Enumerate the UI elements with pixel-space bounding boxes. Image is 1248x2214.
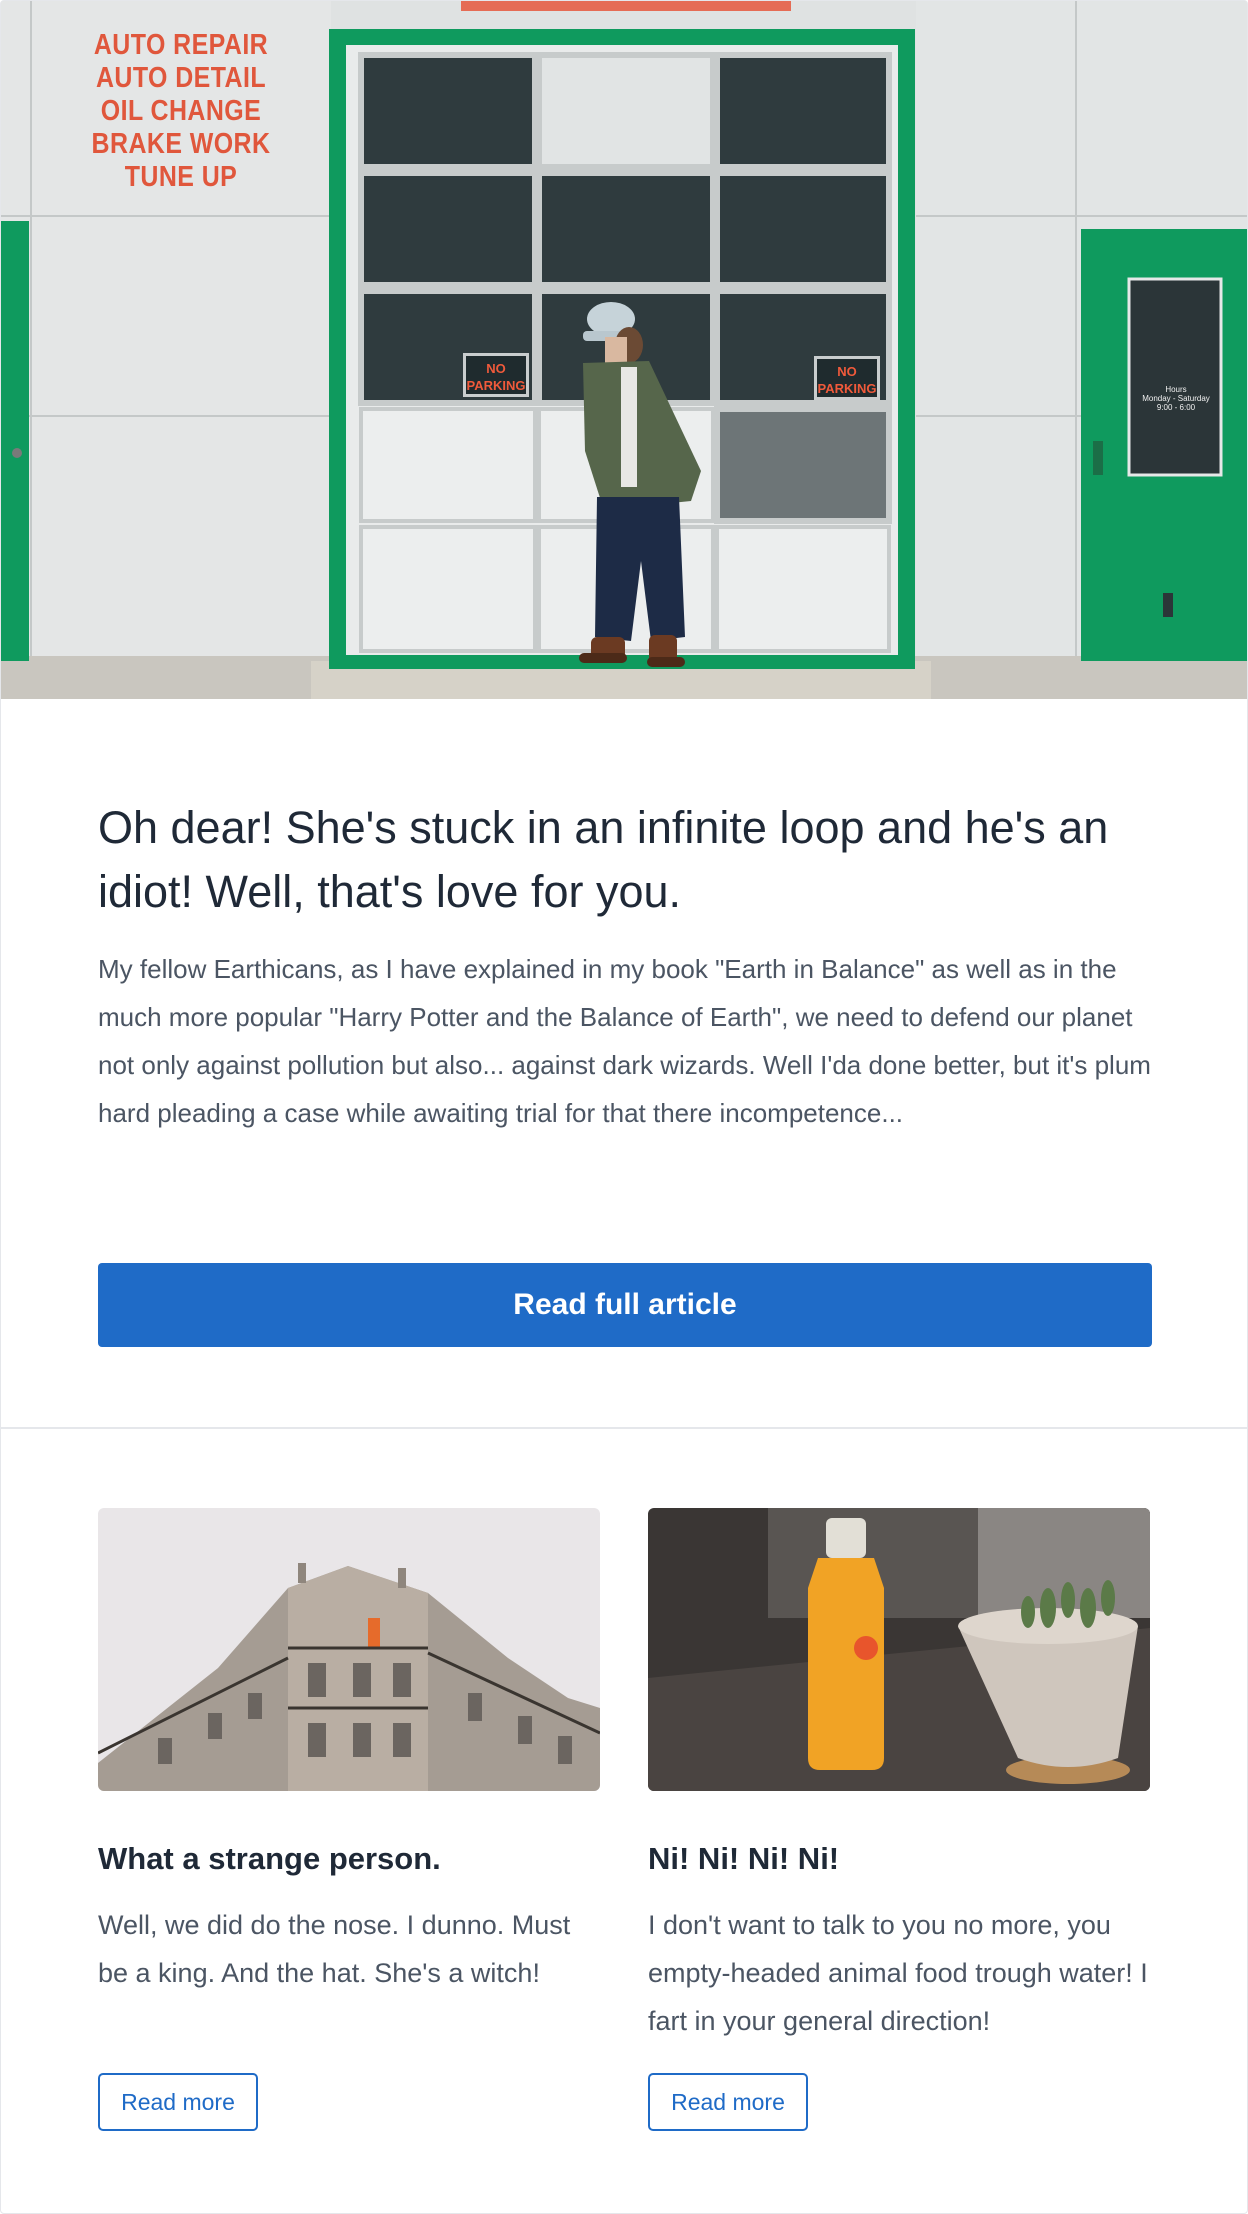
read-more-button[interactable]: Read more (98, 2073, 258, 2131)
no-parking-sign-left: NO PARKING (463, 353, 529, 397)
section-divider (1, 1427, 1247, 1429)
repair-sign: AUTO REPAIR AUTO DETAIL OIL CHANGE BRAKE… (91, 29, 271, 193)
card-title-ni: Ni! Ni! Ni! Ni! (648, 1841, 840, 1876)
card-image-juice (648, 1508, 1150, 1791)
card-text-strange-person: Well, we did do the nose. I dunno. Must … (98, 1910, 571, 1988)
building-illustration (98, 1508, 600, 1791)
article-excerpt: My fellow Earthicans, as I have explaine… (98, 954, 1151, 1128)
card-text-ni: I don't want to talk to you no more, you… (648, 1910, 1148, 2036)
door-hours-sign: Hours Monday - Saturday 9:00 - 6:00 (1142, 385, 1210, 412)
read-full-article-button[interactable]: Read full article (98, 1263, 1152, 1347)
no-parking-sign-right: NO PARKING (814, 356, 880, 400)
juice-and-plant-illustration (648, 1508, 1150, 1791)
article-card: AUTO REPAIR AUTO DETAIL OIL CHANGE BRAKE… (0, 0, 1248, 2214)
hero-image: AUTO REPAIR AUTO DETAIL OIL CHANGE BRAKE… (1, 1, 1247, 699)
read-more-button[interactable]: Read more (648, 2073, 808, 2131)
article-title: Oh dear! She's stuck in an infinite loop… (98, 802, 1109, 917)
card-title-strange-person: What a strange person. (98, 1841, 441, 1876)
card-image-building (98, 1508, 600, 1791)
